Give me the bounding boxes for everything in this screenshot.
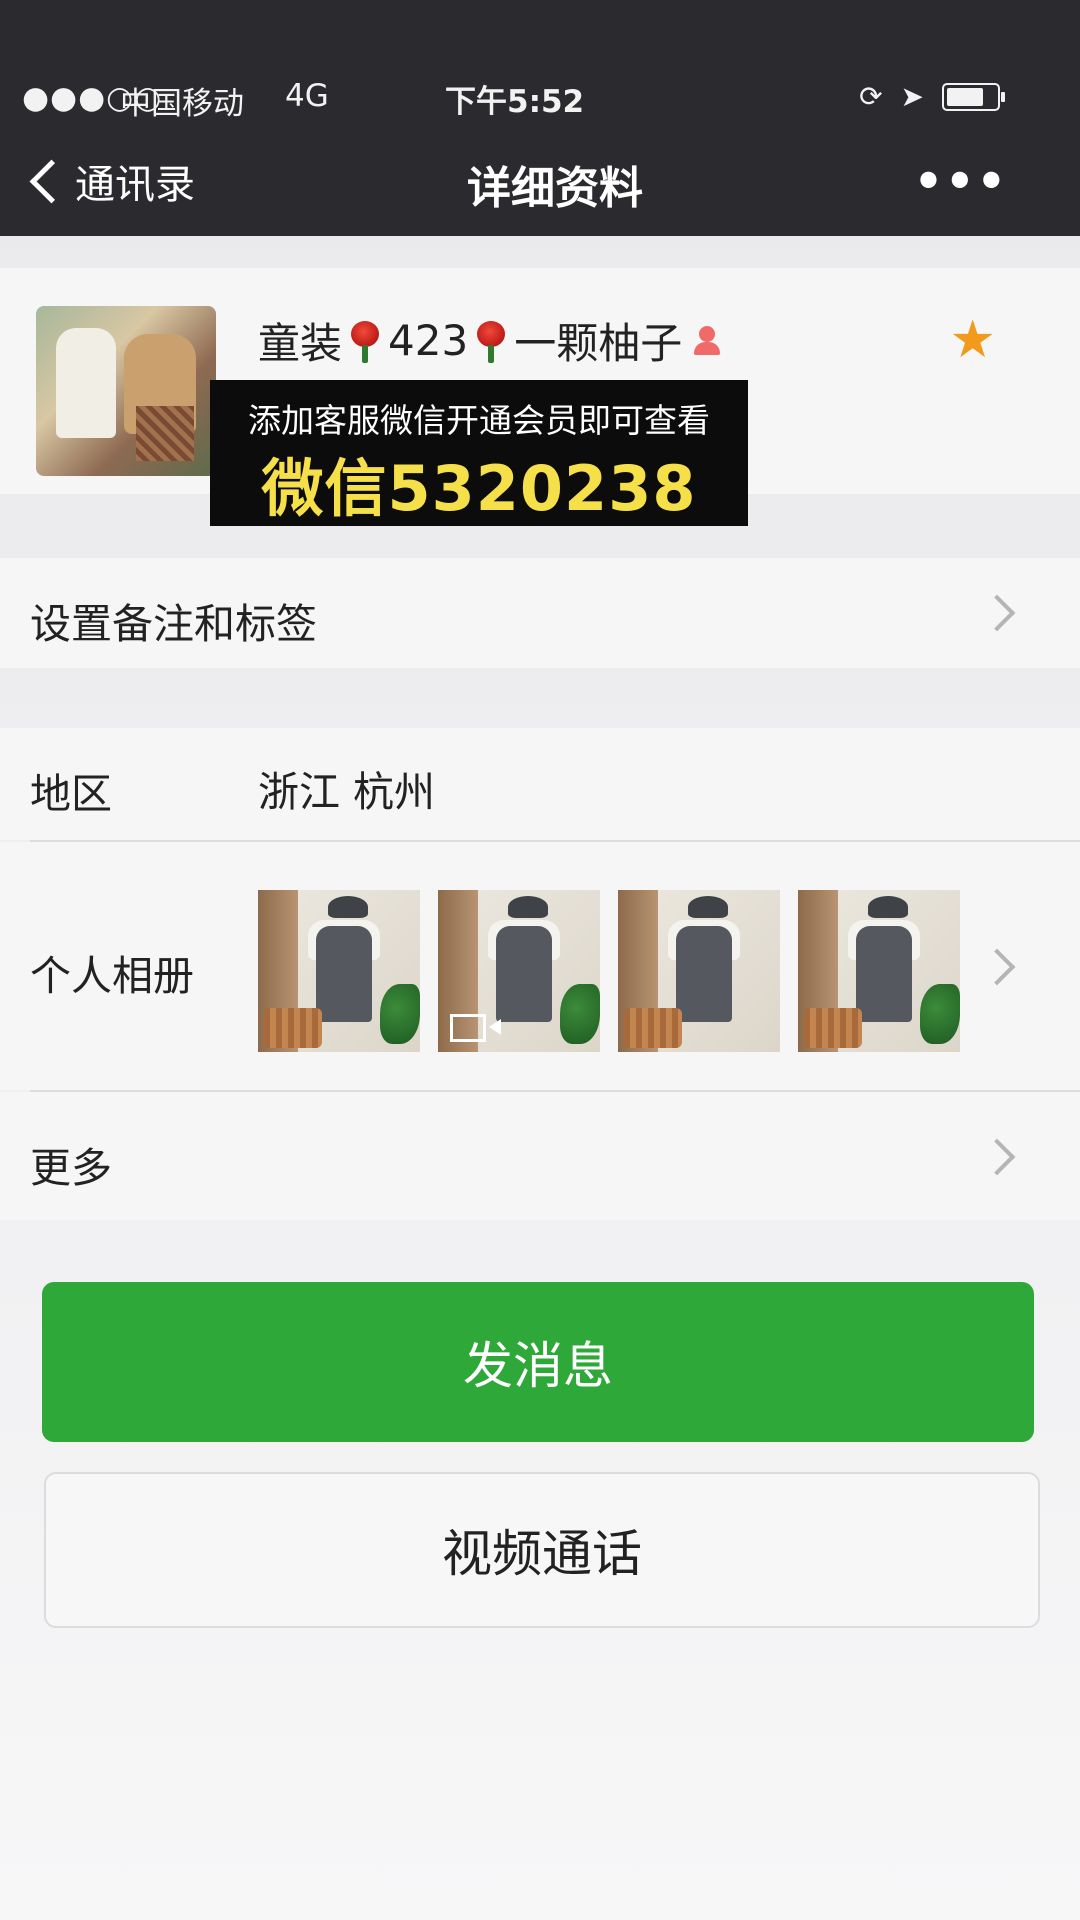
album-thumbnail-video — [438, 890, 600, 1052]
profile-name: 童装 423 一颗柚子 — [258, 310, 722, 371]
name-part-3: 一颗柚子 — [514, 319, 683, 368]
region-cell: 地区 浙江 杭州 — [0, 728, 1080, 840]
more-label: 更多 — [30, 1144, 112, 1192]
album-thumbnail — [258, 890, 420, 1052]
status-bar: ●●●○○ 中国移动 4G 下午5:52 ⟳ ➤ — [0, 70, 1080, 126]
send-message-button[interactable]: 发消息 — [42, 1282, 1034, 1442]
chevron-right-icon — [978, 1138, 1016, 1176]
name-part-1: 童装 — [258, 319, 343, 368]
navigation-bar: 通讯录 详细资料 ••• — [0, 140, 1080, 224]
promo-overlay-banner: 添加客服微信开通会员即可查看 微信5320238 — [210, 380, 748, 526]
video-call-button[interactable]: 视频通话 — [44, 1472, 1040, 1628]
chevron-right-icon — [978, 594, 1016, 632]
region-value: 浙江 杭州 — [258, 768, 436, 816]
status-icons: ⟳ ➤ — [859, 80, 1005, 113]
chevron-right-icon — [978, 948, 1016, 986]
rose-icon — [474, 319, 508, 363]
battery-icon — [942, 82, 1005, 111]
avatar[interactable] — [36, 306, 216, 476]
album-label: 个人相册 — [30, 952, 194, 1000]
star-icon[interactable]: ★ — [949, 310, 996, 370]
region-label: 地区 — [30, 770, 112, 818]
more-cell[interactable]: 更多 — [0, 1092, 1080, 1220]
contact-detail-screen: ●●●○○ 中国移动 4G 下午5:52 ⟳ ➤ 通讯录 详细资料 ••• 童装… — [0, 0, 1080, 1920]
album-thumbnails — [258, 890, 960, 1052]
rose-icon — [348, 319, 382, 363]
top-bar: ●●●○○ 中国移动 4G 下午5:52 ⟳ ➤ 通讯录 详细资料 ••• — [0, 0, 1080, 236]
network-type: 4G — [285, 78, 329, 114]
carrier-name: 中国移动 — [120, 86, 244, 122]
album-thumbnail — [798, 890, 960, 1052]
album-thumbnail — [618, 890, 780, 1052]
video-icon — [450, 1014, 501, 1042]
overlay-text-line2: 微信5320238 — [261, 452, 697, 525]
remark-and-tags-cell[interactable]: 设置备注和标签 — [0, 558, 1080, 668]
female-icon — [692, 325, 722, 356]
more-icon[interactable]: ••• — [914, 154, 1008, 208]
name-part-2: 423 — [388, 316, 469, 365]
status-time: 下午5:52 — [445, 84, 585, 120]
rotation-lock-icon: ⟳ — [859, 80, 883, 113]
personal-album-cell[interactable]: 个人相册 — [0, 842, 1080, 1090]
overlay-text-line1: 添加客服微信开通会员即可查看 — [248, 401, 710, 440]
remark-label: 设置备注和标签 — [30, 600, 317, 648]
location-icon: ➤ — [900, 80, 924, 113]
